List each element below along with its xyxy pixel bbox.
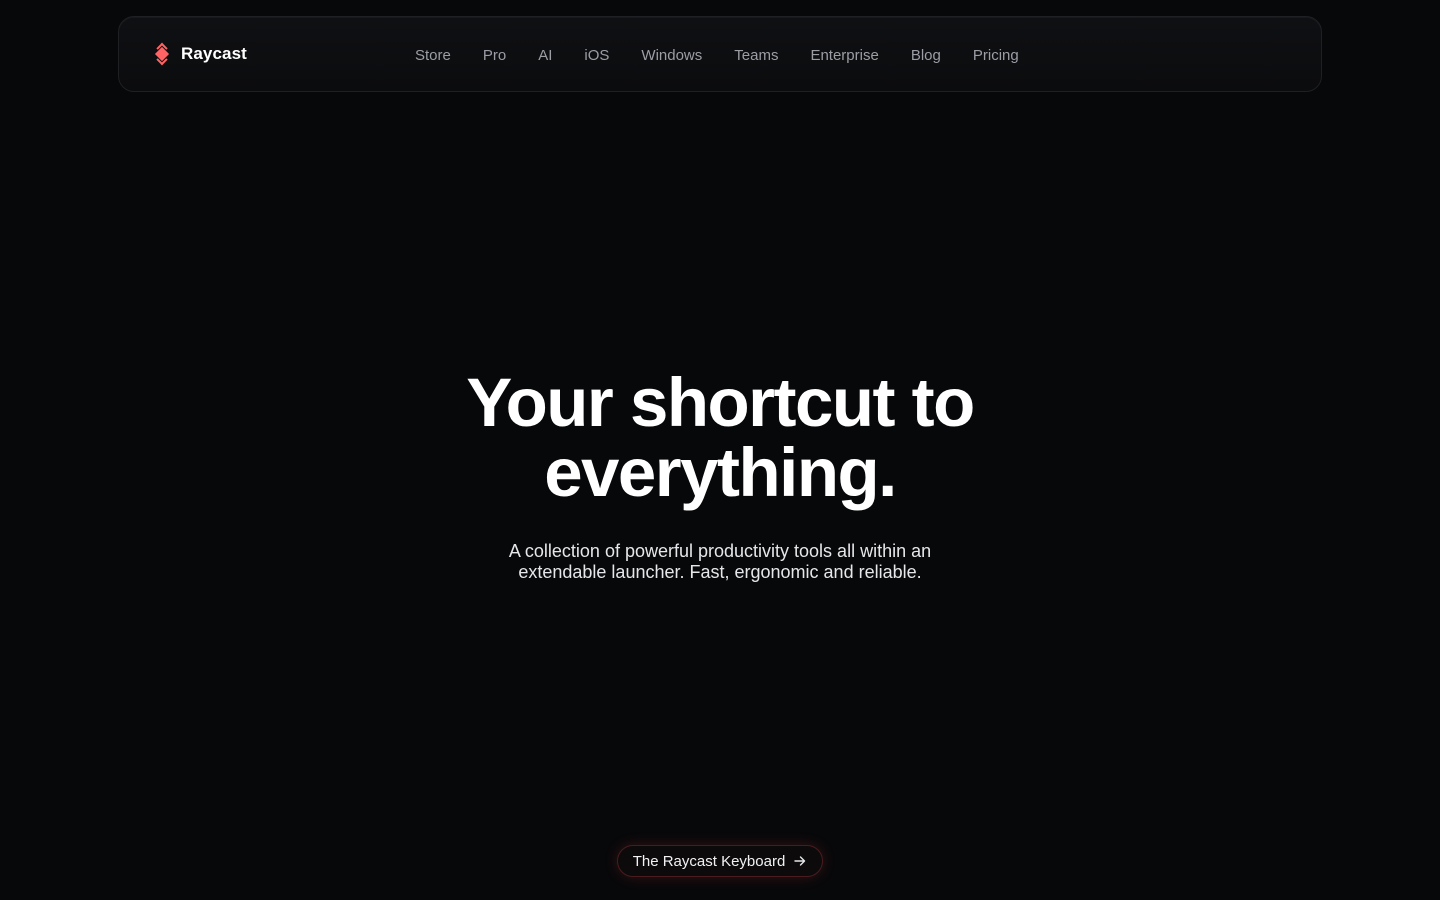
raycast-keyboard-button[interactable]: The Raycast Keyboard [617, 845, 823, 877]
hero-subtitle-line-1: A collection of powerful productivity to… [508, 541, 932, 561]
raycast-logo-icon [154, 42, 170, 66]
nav-link-ai[interactable]: AI [522, 47, 568, 64]
hero-section: Your shortcut to everything. A collectio… [0, 368, 1440, 583]
nav-link-store[interactable]: Store [399, 47, 467, 64]
nav-link-pro[interactable]: Pro [467, 47, 522, 64]
nav-link-pricing[interactable]: Pricing [957, 47, 1035, 64]
nav-link-ios[interactable]: iOS [568, 47, 625, 64]
nav-link-enterprise[interactable]: Enterprise [794, 47, 894, 64]
hero-title-line-1: Your shortcut to [466, 364, 975, 441]
nav-link-blog[interactable]: Blog [895, 47, 957, 64]
raycast-keyboard-label: The Raycast Keyboard [632, 852, 786, 870]
hero-subtitle: A collection of powerful productivity to… [470, 541, 970, 583]
hero-subtitle-line-2: extendable launcher. Fast, ergonomic and… [518, 562, 922, 582]
brand-home-link[interactable]: Raycast [150, 42, 247, 66]
top-navigation-bar: Raycast Store Pro AI iOS Windows Teams E… [118, 16, 1322, 92]
arrow-right-icon [794, 856, 806, 866]
landing-page: Raycast Store Pro AI iOS Windows Teams E… [0, 0, 1440, 900]
brand-name: Raycast [181, 44, 247, 63]
hero-title: Your shortcut to everything. [0, 368, 1440, 508]
hero-title-line-2: everything. [544, 434, 897, 511]
nav-links: Store Pro AI iOS Windows Teams Enterpris… [399, 17, 1035, 93]
nav-link-windows[interactable]: Windows [625, 47, 718, 64]
nav-link-teams[interactable]: Teams [718, 47, 794, 64]
